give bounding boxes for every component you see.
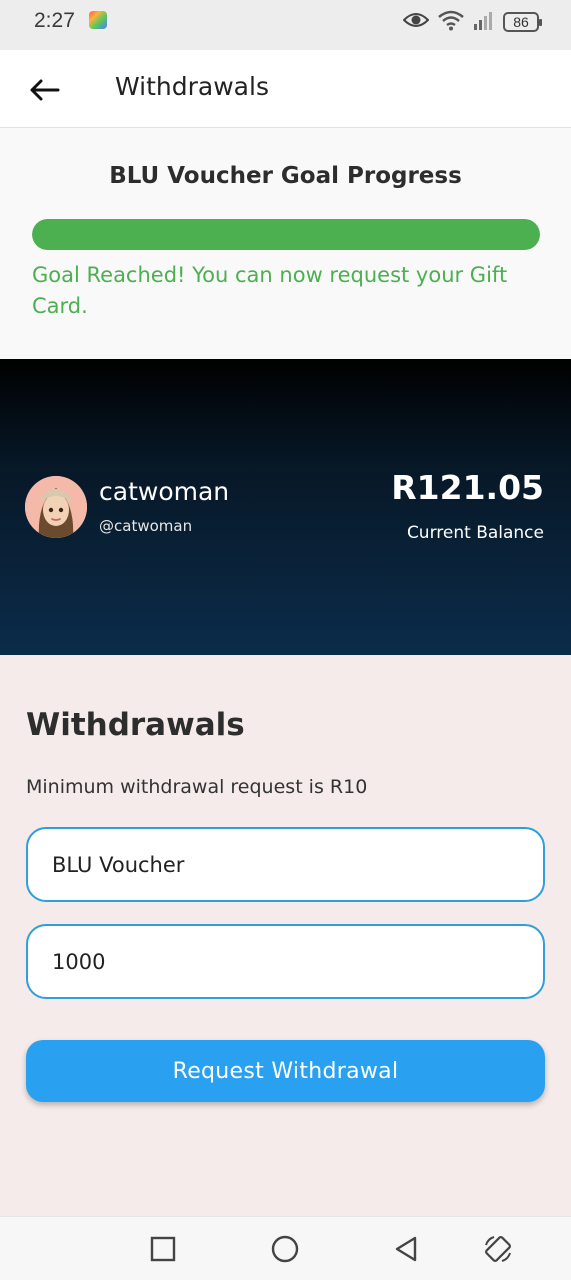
rotate-screen-icon xyxy=(485,1236,511,1262)
recent-apps-icon xyxy=(150,1236,176,1262)
signal-icon xyxy=(473,10,495,34)
avatar[interactable] xyxy=(25,476,87,538)
page-title: Withdrawals xyxy=(115,72,269,101)
rotate-screen-button[interactable] xyxy=(482,1233,514,1265)
user-handle: @catwoman xyxy=(99,517,193,535)
app-bar: Withdrawals xyxy=(0,50,571,128)
withdrawals-section: Withdrawals Minimum withdrawal request i… xyxy=(0,655,571,1216)
balance-panel: catwoman @catwoman R121.05 Current Balan… xyxy=(0,359,571,655)
goal-message: Goal Reached! You can now request your G… xyxy=(32,263,508,318)
balance-amount: R121.05 xyxy=(391,468,544,507)
status-icons: 86 xyxy=(402,9,542,35)
amount-input[interactable] xyxy=(52,949,519,974)
back-arrow-button[interactable] xyxy=(26,72,62,108)
request-withdrawal-button[interactable]: Request Withdrawal xyxy=(26,1040,545,1102)
status-bar: 2:27 86 xyxy=(0,0,571,50)
goal-progress-bar xyxy=(32,219,540,250)
goal-title: BLU Voucher Goal Progress xyxy=(109,163,462,189)
home-button[interactable] xyxy=(269,1233,301,1265)
app-notification-icon xyxy=(89,11,107,29)
status-time: 2:27 xyxy=(34,9,75,32)
goal-progress-fill xyxy=(32,219,540,250)
wifi-icon xyxy=(437,9,465,35)
home-icon xyxy=(271,1235,299,1263)
recent-apps-button[interactable] xyxy=(147,1233,179,1265)
withdrawals-heading: Withdrawals xyxy=(26,707,245,743)
back-icon xyxy=(395,1236,417,1262)
avatar-image xyxy=(25,476,87,538)
goal-progress-card: BLU Voucher Goal Progress Goal Reached! … xyxy=(0,128,571,359)
system-nav-bar xyxy=(0,1216,571,1280)
system-back-button[interactable] xyxy=(390,1233,422,1265)
voucher-type-field[interactable] xyxy=(26,827,545,902)
amount-field[interactable] xyxy=(26,924,545,999)
arrow-left-icon xyxy=(30,79,60,101)
balance-label: Current Balance xyxy=(406,523,544,543)
username: catwoman xyxy=(99,477,230,506)
minimum-withdrawal-note: Minimum withdrawal request is R10 xyxy=(26,776,368,798)
eye-icon xyxy=(402,11,430,33)
battery-icon: 86 xyxy=(503,12,542,32)
voucher-type-input[interactable] xyxy=(52,852,519,877)
